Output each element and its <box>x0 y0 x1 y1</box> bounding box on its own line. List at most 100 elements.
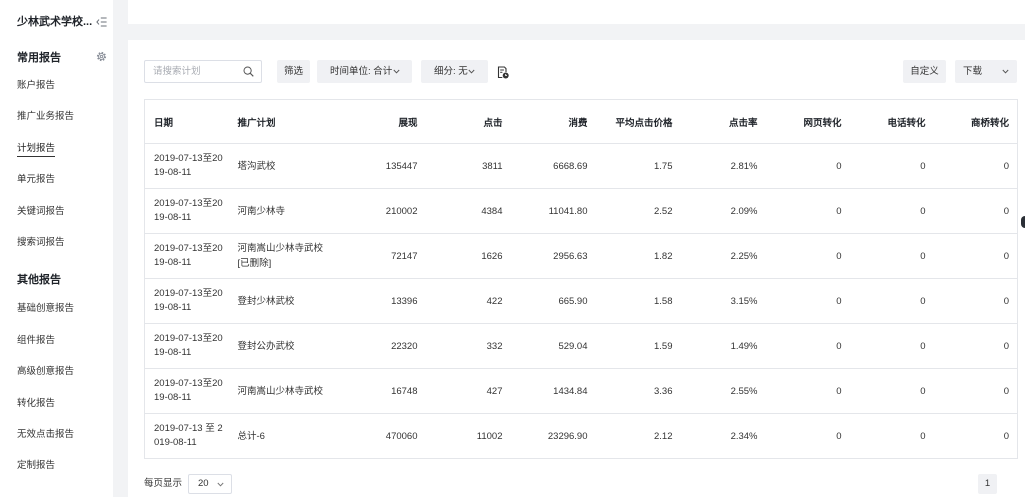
cell-web-conversions: 0 <box>765 278 850 324</box>
cell-phone-conversions: 0 <box>849 143 934 189</box>
date-range-text: 2019-07-13至2019-08-11 <box>154 243 223 268</box>
report-panel: 筛选 时间单位: 合计 细分: 无 自定义 下载 日期推广计划展 <box>128 40 1025 497</box>
cell-phone-conversions: 0 <box>849 188 934 234</box>
sidebar-section-common-reports: 常用报告 账户报告 推广业务报告 计划报告 单元报告关键词报告搜索词报告 <box>0 48 113 258</box>
sidebar-item[interactable]: 组件报告 <box>0 325 113 356</box>
search-icon[interactable] <box>243 66 254 77</box>
floating-side-handle[interactable] <box>1021 216 1025 228</box>
pagination-current-page[interactable]: 1 <box>978 474 997 494</box>
page-size-value: 20 <box>198 478 209 489</box>
chevron-down-icon <box>1002 69 1009 74</box>
cell-impressions: 470060 <box>340 413 426 459</box>
sidebar-item-label: 高级创意报告 <box>17 366 75 378</box>
column-header-impressions: 展现 <box>340 99 426 144</box>
cell-impressions: 16748 <box>340 368 426 414</box>
cell-clicks: 422 <box>425 278 511 324</box>
date-range-text: 2019-07-13至2019-08-11 <box>154 333 223 358</box>
cell-phone-conversions: 0 <box>849 368 934 414</box>
search-input[interactable] <box>153 61 241 82</box>
cell-web-conversions: 0 <box>765 143 850 189</box>
table-row: 2019-07-13至2019-08-11 塔沟武校 135447 3811 6668.… <box>144 143 1018 189</box>
cell-web-conversions: 0 <box>765 188 850 234</box>
customize-button[interactable]: 自定义 <box>903 60 946 83</box>
account-title[interactable]: 少林武术学校... <box>17 12 92 32</box>
gear-icon[interactable] <box>96 51 107 62</box>
collapse-sidebar-icon[interactable] <box>96 17 107 27</box>
cell-bridge-conversions: 0 <box>933 143 1018 189</box>
document-clock-icon[interactable] <box>497 66 509 79</box>
page-size-label: 每页显示 <box>144 478 183 489</box>
cell-ctr: 2.09% <box>680 188 766 234</box>
cell-cost: 11041.80 <box>510 188 596 234</box>
table-row: 2019-07-13 至 2019-08-11 总计-6 470060 11002 23… <box>144 413 1018 459</box>
cell-plan: 河南少林寺 <box>228 188 341 234</box>
table-row: 2019-07-13至2019-08-11 河南少林寺 210002 4384 1104… <box>144 188 1018 234</box>
cell-ctr: 2.55% <box>680 368 766 414</box>
cell-impressions: 72147 <box>340 233 426 279</box>
sidebar-item-label: 定制报告 <box>17 460 56 472</box>
cell-bridge-conversions: 0 <box>933 368 1018 414</box>
plan-name: 总计-6 <box>237 430 265 442</box>
cell-clicks: 4384 <box>425 188 511 234</box>
plan-name: 塔沟武校 <box>237 160 276 172</box>
cell-avg-cpc: 1.58 <box>595 278 681 324</box>
cell-bridge-conversions: 0 <box>933 233 1018 279</box>
date-range-text: 2019-07-13至2019-08-11 <box>154 198 223 223</box>
cell-date: 2019-07-13至2019-08-11 <box>144 188 229 234</box>
sidebar-item[interactable]: 推广业务报告 <box>0 101 113 132</box>
customize-button-label: 自定义 <box>910 66 939 77</box>
sidebar-item-active[interactable]: 计划报告 <box>0 133 113 164</box>
cell-date: 2019-07-13 至 2019-08-11 <box>144 413 229 459</box>
segment-dropdown[interactable]: 细分: 无 <box>421 60 488 83</box>
sidebar-item[interactable]: 无效点击报告 <box>0 419 113 450</box>
sidebar-item[interactable]: 账户报告 <box>0 70 113 101</box>
cell-impressions: 22320 <box>340 323 426 369</box>
cell-bridge-conversions: 0 <box>933 188 1018 234</box>
sidebar-item[interactable]: 基础创意报告 <box>0 293 113 324</box>
cell-avg-cpc: 3.36 <box>595 368 681 414</box>
cell-impressions: 135447 <box>340 143 426 189</box>
date-range-text: 2019-07-13至2019-08-11 <box>154 153 223 178</box>
date-range-text: 2019-07-13 至 2019-08-11 <box>154 423 223 448</box>
page-size-select[interactable]: 20 <box>188 474 232 494</box>
cell-plan: 登封公办武校 <box>228 323 341 369</box>
sidebar-item-label: 组件报告 <box>17 334 56 346</box>
sidebar: 少林武术学校... 常用报告 账户报告 推广业务报告 计划报告 单元报告 关键词报告 搜索 <box>0 0 113 497</box>
cell-impressions: 210002 <box>340 188 426 234</box>
sidebar-item[interactable]: 关键词报告 <box>0 196 113 227</box>
date-range-text: 2019-07-13至2019-08-11 <box>154 378 223 403</box>
cell-plan: 河南嵩山少林寺武校 <box>228 368 341 414</box>
sidebar-section-title: 其他报告 <box>0 270 113 290</box>
sidebar-item[interactable]: 高级创意报告 <box>0 356 113 387</box>
time-unit-dropdown[interactable]: 时间单位: 合计 <box>317 60 412 83</box>
cell-phone-conversions: 0 <box>849 278 934 324</box>
cell-avg-cpc: 2.52 <box>595 188 681 234</box>
sidebar-item[interactable]: 搜索词报告 <box>0 227 113 258</box>
cell-plan: 塔沟武校 <box>228 143 341 189</box>
filter-button[interactable]: 筛选 <box>277 60 310 83</box>
sidebar-item[interactable]: 转化报告 <box>0 388 113 419</box>
sidebar-item[interactable]: 单元报告 <box>0 164 113 195</box>
cell-plan: 总计-6 <box>228 413 341 459</box>
cell-cost: 665.90 <box>510 278 596 324</box>
cell-date: 2019-07-13至2019-08-11 <box>144 233 229 279</box>
column-header-avg-cpc: 平均点击价格 <box>595 99 681 144</box>
sidebar-item[interactable]: 定制报告 <box>0 450 113 481</box>
column-header-bridge-conversions: 商桥转化 <box>933 99 1018 144</box>
sidebar-section-other-reports: 其他报告 基础创意报告组件报告高级创意报告转化报告 无效点击报告定制报告 <box>0 270 113 481</box>
section-title-text: 常用报告 <box>17 52 61 64</box>
cell-cost: 2956.63 <box>510 233 596 279</box>
cell-web-conversions: 0 <box>765 233 850 279</box>
cell-ctr: 2.25% <box>680 233 766 279</box>
sidebar-section-title: 常用报告 <box>0 48 113 68</box>
cell-cost: 529.04 <box>510 323 596 369</box>
segment-label: 细分: 无 <box>434 66 468 77</box>
sidebar-item-label: 关键词报告 <box>17 205 65 217</box>
cell-web-conversions: 0 <box>765 368 850 414</box>
download-dropdown[interactable]: 下载 <box>955 60 1017 83</box>
cell-date: 2019-07-13至2019-08-11 <box>144 323 229 369</box>
cell-clicks: 427 <box>425 368 511 414</box>
cell-cost: 1434.84 <box>510 368 596 414</box>
table-row: 2019-07-13至2019-08-11 河南嵩山少林寺武校 [已删除] 72147… <box>144 233 1018 279</box>
plan-report-table: 日期 推广计划 展现 点击 消费 平均点击价格 点击率 网页转化 电话转化 商桥转化 2019-0… <box>144 99 1018 459</box>
